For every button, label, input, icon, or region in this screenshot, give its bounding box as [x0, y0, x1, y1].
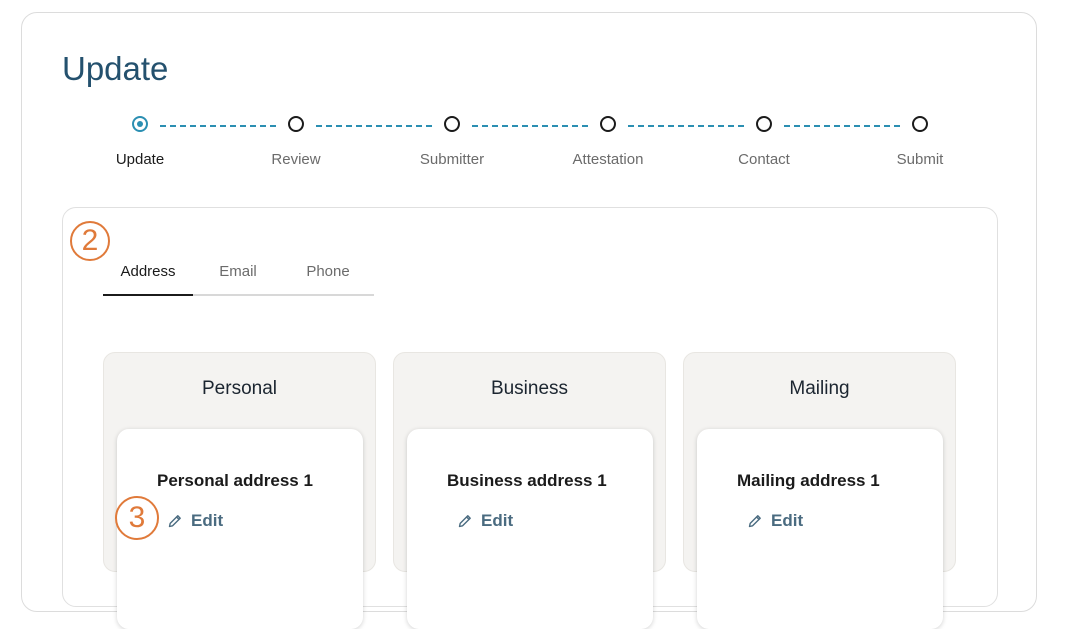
edit-address-button[interactable]: Edit	[457, 511, 513, 531]
address-name: Business address 1	[447, 471, 607, 490]
step-indicator	[912, 116, 928, 132]
step-review[interactable]: Review	[246, 116, 346, 168]
address-group-business: Business Business address 1 Edit	[393, 352, 666, 629]
step-attestation[interactable]: Attestation	[558, 116, 658, 168]
step-update[interactable]: Update	[90, 116, 190, 168]
step-submitter[interactable]: Submitter	[402, 116, 502, 168]
step-submit[interactable]: Submit	[870, 116, 970, 168]
pencil-icon	[167, 513, 183, 529]
step-label: Submit	[896, 151, 944, 168]
step-label: Update	[115, 151, 165, 168]
address-group-personal: Personal Personal address 1 Edit	[103, 352, 376, 629]
step-label: Contact	[738, 151, 790, 168]
address-card: Business address 1 Edit	[407, 429, 653, 629]
page-title: Update	[62, 50, 169, 87]
edit-address-button[interactable]: Edit	[747, 511, 803, 531]
edit-address-button[interactable]: Edit	[167, 511, 223, 531]
group-title: Personal	[202, 378, 277, 399]
step-indicator	[756, 116, 772, 132]
address-card: Mailing address 1 Edit	[697, 429, 943, 629]
group-title: Business	[490, 378, 569, 399]
step-contact[interactable]: Contact	[714, 116, 814, 168]
step-label: Review	[271, 151, 321, 168]
step-indicator	[444, 116, 460, 132]
address-name: Personal address 1	[157, 471, 313, 490]
edit-label: Edit	[481, 511, 514, 530]
tab-email[interactable]: Email	[193, 253, 283, 296]
group-title: Mailing	[789, 378, 850, 399]
annotation-marker-edit: 3	[115, 496, 159, 540]
edit-label: Edit	[191, 511, 224, 530]
step-indicator	[600, 116, 616, 132]
tab-address[interactable]: Address	[103, 253, 193, 296]
step-label: Submitter	[419, 151, 485, 168]
pencil-icon	[457, 513, 473, 529]
address-group-mailing: Mailing Mailing address 1 Edit	[683, 352, 956, 629]
edit-label: Edit	[771, 511, 804, 530]
step-indicator	[288, 116, 304, 132]
contact-tabs: Address Email Phone	[103, 253, 374, 296]
step-label: Attestation	[572, 151, 644, 168]
step-indicator-active	[132, 116, 148, 132]
address-name: Mailing address 1	[737, 471, 880, 490]
pencil-icon	[747, 513, 763, 529]
tab-phone[interactable]: Phone	[283, 253, 373, 296]
